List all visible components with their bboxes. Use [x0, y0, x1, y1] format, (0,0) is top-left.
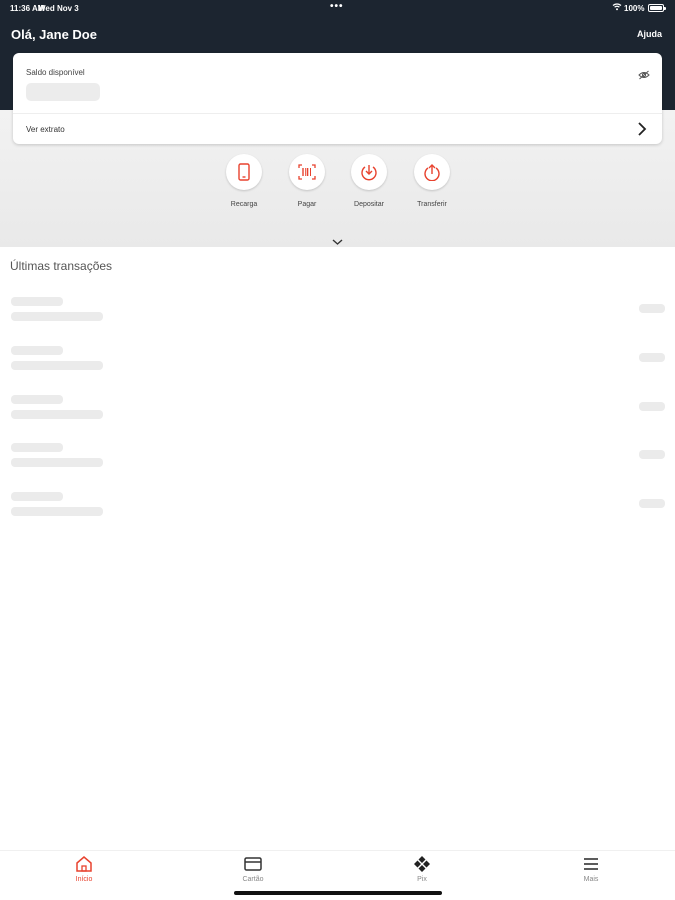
action-label: Pagar [297, 201, 317, 208]
status-bar: 11:36 AM Wed Nov 3 ••• 100% [0, 0, 675, 16]
hide-balance-icon[interactable] [638, 67, 650, 80]
balance-skeleton [26, 83, 100, 101]
tab-cartao[interactable]: Cartão [213, 855, 293, 883]
tab-pix[interactable]: Pix [382, 855, 462, 883]
chevron-right-icon[interactable] [637, 122, 647, 136]
tab-label: Pix [417, 876, 427, 883]
wifi-icon [612, 2, 622, 13]
tab-mais[interactable]: Mais [551, 855, 631, 883]
greeting-title: Olá, Jane Doe [11, 27, 97, 42]
action-recarga[interactable]: Recarga [214, 154, 274, 208]
balance-label: Saldo disponível [26, 68, 85, 77]
chevron-down-icon[interactable] [332, 233, 343, 245]
tab-inicio[interactable]: Início [44, 855, 124, 883]
transfer-icon[interactable] [414, 154, 450, 190]
transaction-skeleton-row [0, 395, 675, 425]
view-statement-link[interactable]: Ver extrato [26, 125, 65, 134]
action-label: Recarga [230, 201, 258, 208]
transactions-title: Últimas transações [10, 259, 113, 273]
barcode-icon[interactable] [289, 154, 325, 190]
status-date: Wed Nov 3 [38, 4, 79, 13]
tab-label: Início [75, 876, 93, 883]
menu-icon[interactable] [582, 855, 600, 873]
transaction-skeleton-row [0, 297, 675, 327]
card-icon[interactable] [244, 855, 262, 873]
battery-percentage: 100% [624, 4, 645, 13]
pix-icon[interactable] [413, 855, 431, 873]
help-link[interactable]: Ajuda [637, 29, 662, 39]
tab-label: Mais [583, 876, 599, 883]
tab-label: Cartão [242, 876, 264, 883]
action-label: Depositar [354, 201, 384, 208]
multitask-dots[interactable]: ••• [330, 1, 344, 12]
card-divider [13, 113, 662, 114]
action-depositar[interactable]: Depositar [339, 154, 399, 208]
phone-icon[interactable] [226, 154, 262, 190]
balance-card: Saldo disponível Ver extrato [13, 53, 662, 144]
action-pagar[interactable]: Pagar [277, 154, 337, 208]
transaction-skeleton-row [0, 346, 675, 376]
action-transferir[interactable]: Transferir [402, 154, 462, 208]
battery-icon [648, 4, 666, 12]
transaction-skeleton-row [0, 492, 675, 522]
home-indicator[interactable] [234, 891, 442, 895]
home-icon[interactable] [75, 855, 93, 873]
action-label: Transferir [417, 201, 447, 208]
app-header: Olá, Jane Doe Ajuda [0, 16, 675, 52]
transaction-skeleton-row [0, 443, 675, 473]
deposit-icon[interactable] [351, 154, 387, 190]
